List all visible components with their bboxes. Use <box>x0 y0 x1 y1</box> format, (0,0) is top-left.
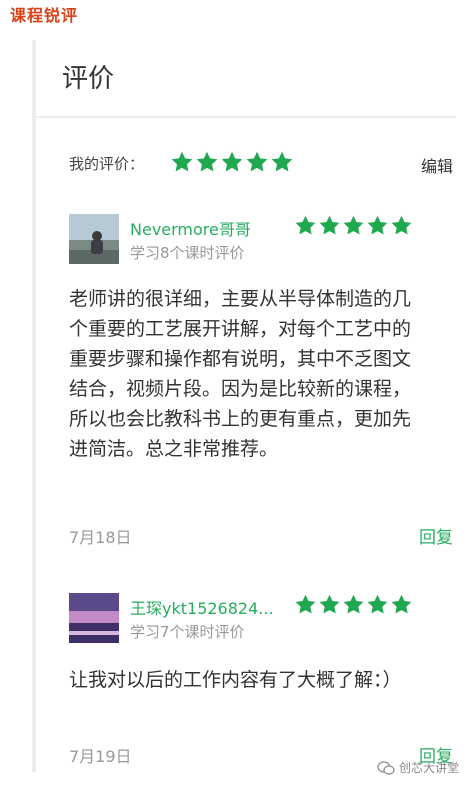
star-icon <box>221 151 243 172</box>
edit-rating-button[interactable]: 编辑 <box>421 153 453 177</box>
wechat-icon <box>377 760 395 775</box>
review-stars <box>294 593 413 616</box>
my-rating-row: 我的评价： 编辑 <box>69 150 453 178</box>
reviewer-name[interactable]: Nevermore哥哥 <box>130 216 251 240</box>
my-rating-label: 我的评价： <box>69 155 145 173</box>
star-icon <box>343 215 364 235</box>
star-icon <box>246 151 268 172</box>
watermark: 创芯大讲堂 <box>377 759 459 776</box>
reviewer-meta: 学习8个课时评价 <box>130 244 245 262</box>
star-icon <box>171 151 193 172</box>
review-date: 7月18日 <box>69 528 132 547</box>
divider <box>36 116 456 118</box>
star-icon <box>319 594 340 614</box>
star-icon <box>391 594 412 614</box>
review-stars <box>294 214 413 237</box>
review-item: Nevermore哥哥 学习8个课时评价 老师讲的很详细，主要从半导体制造的几个… <box>69 214 453 554</box>
my-rating-stars[interactable] <box>170 150 294 174</box>
reviews-panel: 评价 我的评价： 编辑 Nevermore哥哥 学习8个课时评价 老师讲的很详细… <box>32 40 456 772</box>
watermark-text: 创芯大讲堂 <box>399 761 460 775</box>
star-icon <box>196 151 218 172</box>
review-item: 王琛ykt1526824... 学习7个课时评价 让我对以后的工作内容有了大概了… <box>69 593 453 772</box>
panel-title: 评价 <box>62 64 115 94</box>
review-date: 7月19日 <box>69 747 132 766</box>
star-icon <box>295 215 316 235</box>
star-icon <box>367 215 388 235</box>
page-header-title: 课程锐评 <box>10 6 79 25</box>
star-icon <box>367 594 388 614</box>
star-icon <box>295 594 316 614</box>
star-icon <box>271 151 293 172</box>
reviewer-meta: 学习7个课时评价 <box>130 623 245 641</box>
star-icon <box>319 215 340 235</box>
avatar[interactable] <box>69 214 119 264</box>
reply-button[interactable]: 回复 <box>419 523 453 548</box>
review-text: 老师讲的很详细，主要从半导体制造的几个重要的工艺展开讲解，对每个工艺中的重要步骤… <box>69 288 412 460</box>
avatar[interactable] <box>69 593 119 643</box>
review-text: 让我对以后的工作内容有了大概了解：） <box>69 669 402 691</box>
star-icon <box>343 594 364 614</box>
star-icon <box>391 215 412 235</box>
reviewer-name[interactable]: 王琛ykt1526824... <box>130 595 274 619</box>
